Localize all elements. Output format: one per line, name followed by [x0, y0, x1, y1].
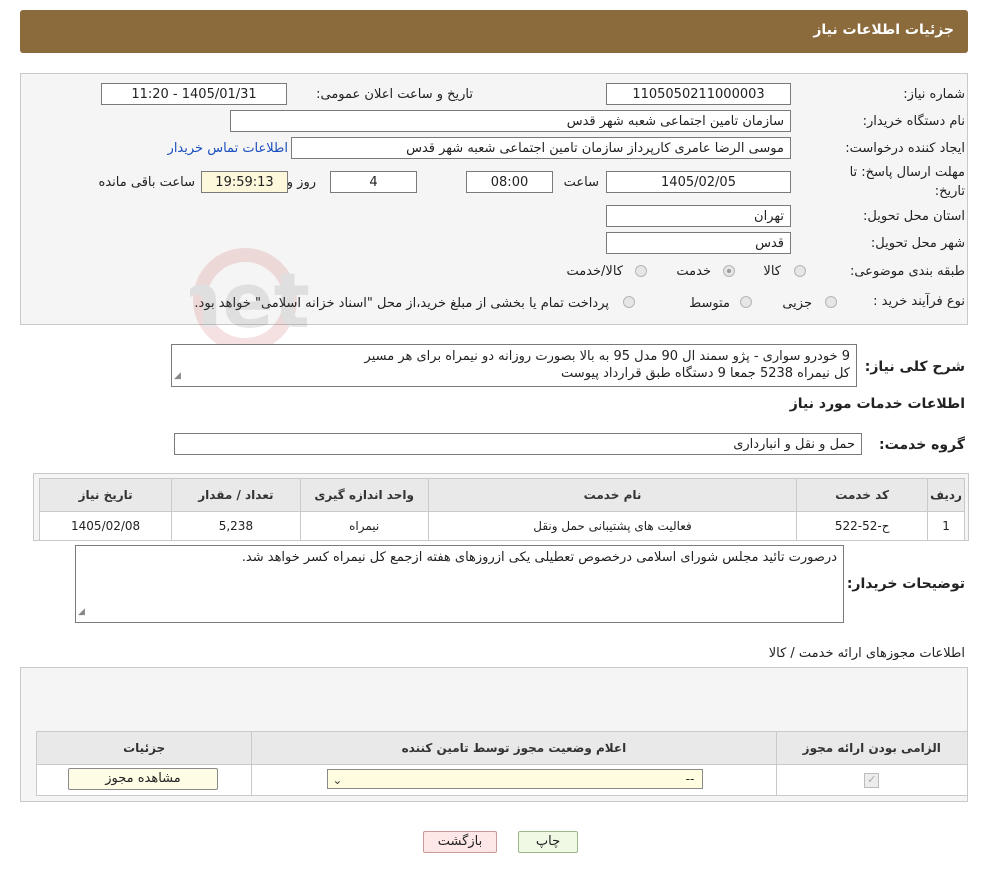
buyer-contact-link[interactable]: اطلاعات تماس خریدار [168, 141, 288, 156]
col-unit: واحد اندازه گیری [299, 478, 429, 512]
license-status-select[interactable]: ⌄ -- [327, 769, 704, 789]
cell-license-required: ✓ [775, 764, 968, 796]
category-option-goods-service: کالا/خدمت [566, 264, 623, 279]
cell-service-code: ح-52-522 [796, 511, 929, 541]
col-license-details: جزئیات [35, 731, 253, 765]
buyer-notes-text: درصورت تائید مجلس شورای اسلامی درخصوص تع… [241, 550, 837, 565]
summary-textarea[interactable]: 9 خودرو سواری - پژو سمند ال 90 مدل 95 به… [171, 344, 857, 387]
deadline-label-line2: تاریخ: [934, 184, 965, 199]
province-field: تهران [606, 205, 791, 227]
category-radio-service[interactable] [723, 265, 735, 277]
category-radio-goods-service[interactable] [635, 265, 647, 277]
checkbox-checked-icon: ✓ [864, 773, 880, 788]
deadline-date-field: 1405/02/05 [606, 171, 791, 193]
need-number-field: 1105050211000003 [606, 83, 791, 105]
cell-need-date: 1405/02/08 [38, 511, 173, 541]
city-field: قدس [606, 232, 791, 254]
license-status-value: -- [685, 772, 695, 786]
buyer-org-field: سازمان تامین اجتماعی شعبه شهر قدس [230, 110, 791, 132]
treasury-note: پرداخت تمام یا بخشی از مبلغ خرید،از محل … [194, 296, 609, 311]
deadline-time-label: ساعت [563, 175, 599, 190]
table-row: 1 ح-52-522 فعالیت های پشتیبانی حمل ونقل … [38, 511, 965, 541]
page-title: جزئیات اطلاعات نیاز [813, 22, 954, 38]
col-service-name: نام خدمت [427, 478, 798, 512]
deadline-label-line1: مهلت ارسال پاسخ: تا [849, 165, 965, 180]
need-number-label: شماره نیاز: [903, 87, 965, 102]
process-option-minor: جزیی [782, 296, 812, 311]
process-radio-minor[interactable] [825, 296, 837, 308]
buyer-notes-textarea[interactable]: درصورت تائید مجلس شورای اسلامی درخصوص تع… [75, 545, 844, 623]
col-row-number: ردیف [927, 478, 965, 512]
province-label: استان محل تحویل: [863, 209, 965, 224]
page-header: جزئیات اطلاعات نیاز [20, 10, 968, 53]
buyer-notes-label: توضیحات خریدار: [846, 576, 965, 592]
summary-line-2: کل نیمراه 5238 جمعا 9 دستگاه طبق قرارداد… [561, 366, 850, 381]
process-radio-medium[interactable] [740, 296, 752, 308]
creator-label: ایجاد کننده درخواست: [845, 141, 965, 156]
col-quantity: تعداد / مقدار [171, 478, 301, 512]
services-section-title: اطلاعات خدمات مورد نیاز [789, 396, 965, 412]
summary-label: شرح کلی نیاز: [864, 359, 965, 375]
creator-field: موسی الرضا عامری کارپرداز سازمان تامین ا… [291, 137, 791, 159]
city-label: شهر محل تحویل: [870, 236, 965, 251]
cell-quantity: 5,238 [171, 511, 301, 541]
announce-field: 1405/01/31 - 11:20 [101, 83, 287, 105]
services-table: ردیف کد خدمت نام خدمت واحد اندازه گیری ت… [38, 478, 965, 541]
category-label: طبقه بندی موضوعی: [849, 264, 965, 279]
category-radio-goods[interactable] [794, 265, 806, 277]
deadline-time-field: 08:00 [466, 171, 553, 193]
summary-line-1: 9 خودرو سواری - پژو سمند ال 90 مدل 95 به… [364, 349, 850, 364]
buyer-org-label: نام دستگاه خریدار: [862, 114, 965, 129]
treasury-checkbox[interactable] [623, 296, 635, 308]
process-option-medium: متوسط [689, 296, 730, 311]
cell-unit: نیمراه [299, 511, 429, 541]
announce-label: تاریخ و ساعت اعلان عمومی: [316, 87, 473, 102]
licenses-section-title: اطلاعات مجوزهای ارائه خدمت / کالا [768, 646, 965, 661]
resize-grip-icon[interactable]: ◢ [78, 604, 85, 621]
days-field: 4 [330, 171, 417, 193]
col-service-code: کد خدمت [796, 478, 929, 512]
back-button[interactable]: بازگشت [423, 831, 497, 853]
col-need-date: تاریخ نیاز [38, 478, 173, 512]
cell-license-status: ⌄ -- [251, 764, 777, 796]
remaining-time-field: 19:59:13 [201, 171, 288, 193]
remaining-label: ساعت باقی مانده [98, 175, 195, 190]
resize-grip-icon[interactable]: ◢ [174, 368, 181, 385]
cell-license-details: مشاهده مجوز [35, 764, 253, 796]
table-row: ✓ ⌄ -- مشاهده مجوز [35, 764, 968, 796]
service-group-field: حمل و نقل و انبارداری [174, 433, 862, 455]
chevron-down-icon: ⌄ [332, 773, 343, 787]
days-label: روز و [286, 175, 316, 190]
category-option-goods: کالا [763, 264, 781, 279]
print-button[interactable]: چاپ [518, 831, 578, 853]
cell-row-number: 1 [927, 511, 965, 541]
view-license-button[interactable]: مشاهده مجوز [68, 768, 218, 790]
col-license-required: الزامی بودن ارائه مجوز [775, 731, 968, 765]
licenses-table: الزامی بودن ارائه مجوز اعلام وضعیت مجوز … [35, 731, 968, 796]
category-option-service: خدمت [676, 264, 711, 279]
service-group-label: گروه خدمت: [879, 437, 965, 453]
process-label: نوع فرآیند خرید : [873, 294, 965, 309]
cell-service-name: فعالیت های پشتیبانی حمل ونقل [427, 511, 798, 541]
col-license-status: اعلام وضعیت مجوز توسط تامین کننده [251, 731, 777, 765]
